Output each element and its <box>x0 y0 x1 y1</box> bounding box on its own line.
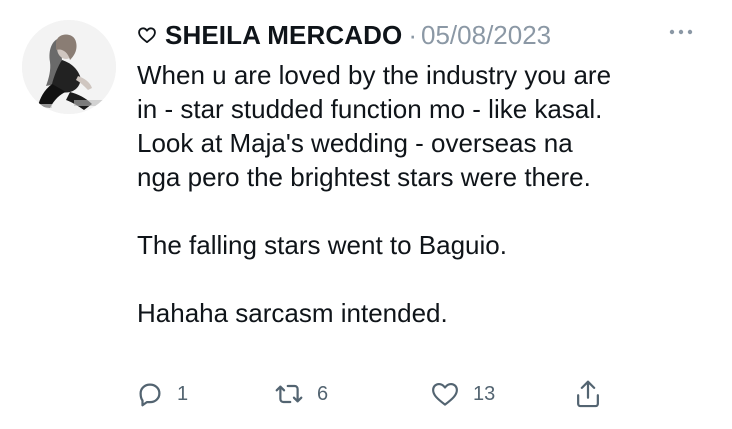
tweet-text-line: Look at Maja's wedding - overseas na <box>137 128 573 158</box>
heart-outline-icon <box>137 25 157 45</box>
more-horizontal-icon <box>664 29 698 46</box>
more-options-button[interactable] <box>664 22 698 42</box>
share-button[interactable] <box>573 374 603 414</box>
tweet-actions: 1 6 13 <box>135 374 615 414</box>
tweet-date[interactable]: 05/08/2023 <box>421 20 551 51</box>
tweet-text-line: The falling stars went to Baguio. <box>137 230 507 260</box>
avatar[interactable] <box>22 20 116 114</box>
reply-button[interactable]: 1 <box>135 374 188 414</box>
like-button[interactable]: 13 <box>429 374 495 414</box>
avatar-photo <box>22 20 116 114</box>
retweet-count: 6 <box>317 382 329 405</box>
like-count: 13 <box>473 382 496 405</box>
retweet-button[interactable]: 6 <box>273 374 328 414</box>
tweet-text-line: in - star studded function mo - like kas… <box>137 94 603 124</box>
reply-count: 1 <box>177 382 189 405</box>
retweet-icon <box>273 379 305 409</box>
header-separator: · <box>408 19 418 50</box>
reply-icon <box>135 379 165 409</box>
like-icon <box>429 379 461 409</box>
tweet-header: SHEILA MERCADO · 05/08/2023 <box>137 18 551 52</box>
tweet-text-line: Hahaha sarcasm intended. <box>137 298 448 328</box>
author-display-name[interactable]: SHEILA MERCADO <box>165 20 402 51</box>
tweet-text: When u are loved by the industry you are… <box>137 58 722 330</box>
tweet[interactable]: SHEILA MERCADO · 05/08/2023 When u are l… <box>0 0 732 429</box>
share-icon <box>573 378 603 410</box>
tweet-text-line: nga pero the brightest stars were there. <box>137 162 591 192</box>
tweet-text-line: When u are loved by the industry you are <box>137 60 612 90</box>
